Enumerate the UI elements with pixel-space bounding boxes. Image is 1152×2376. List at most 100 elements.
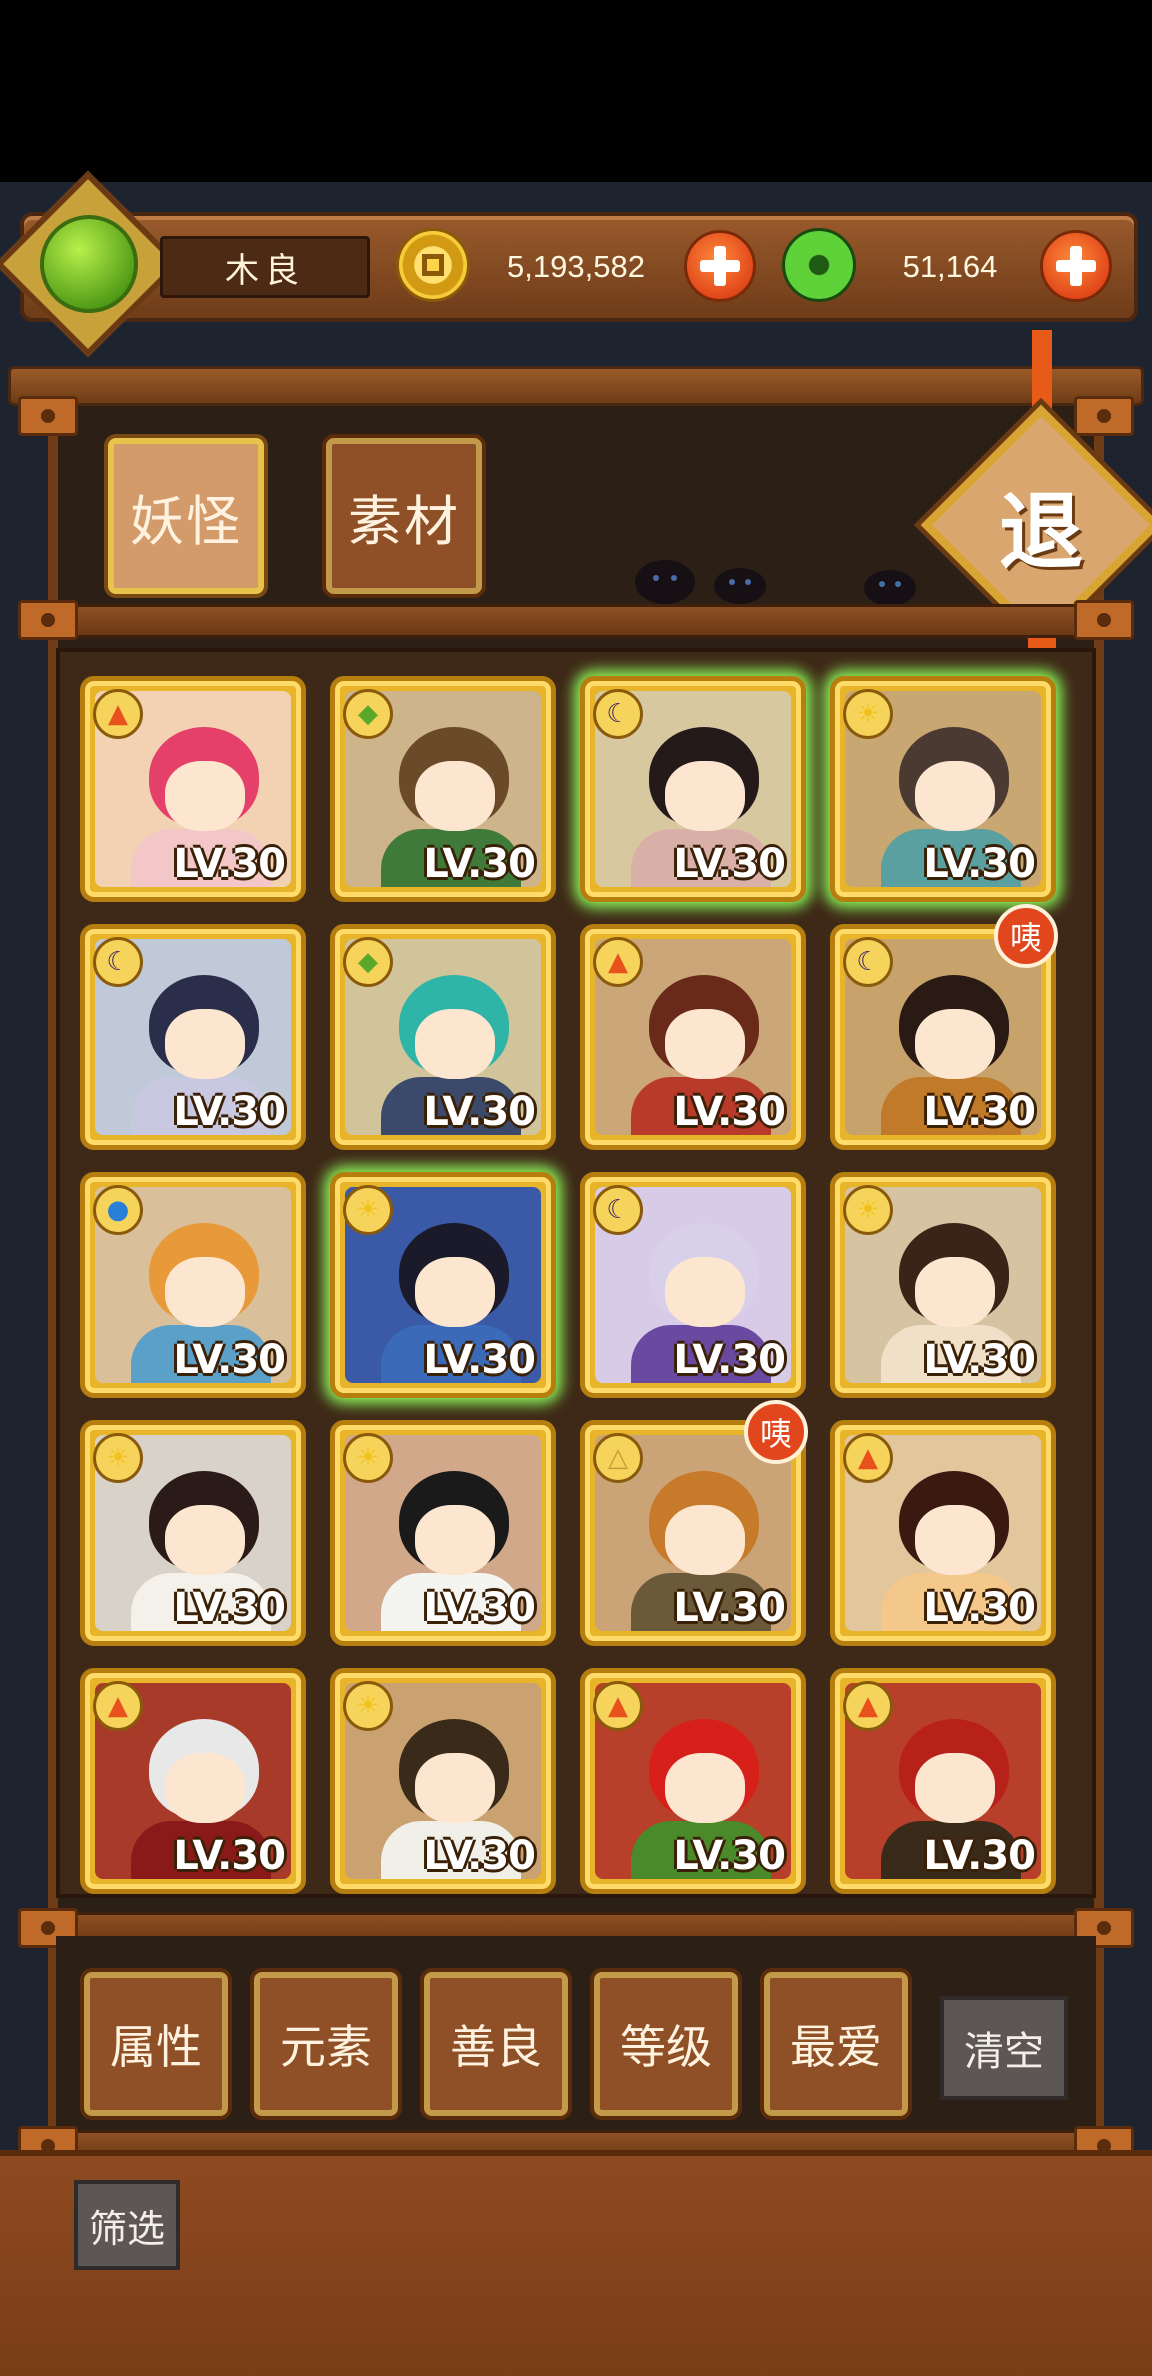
bolt-decoration (18, 600, 78, 640)
jade-icon (782, 228, 856, 302)
character-face (915, 1009, 995, 1079)
character-face (665, 761, 745, 831)
fire-icon: ▲ (843, 1433, 893, 1483)
monster-card[interactable]: ☾ LV.30 (80, 924, 306, 1150)
moon-icon: ☾ (843, 937, 893, 987)
bolt-decoration (18, 396, 78, 436)
monster-card[interactable]: ☾ LV.30 (580, 676, 806, 902)
sun-icon: ☀ (93, 1433, 143, 1483)
add-jade-button[interactable] (1040, 230, 1112, 302)
filter-level-button[interactable]: 等级 (594, 1972, 738, 2116)
sun-icon: ☀ (343, 1185, 393, 1235)
monster-level: LV.30 (673, 1585, 786, 1631)
fire-icon: ▲ (593, 1681, 643, 1731)
tab-materials[interactable]: 素材 (326, 438, 482, 594)
coin-icon (396, 228, 470, 302)
monster-level: LV.30 (923, 1833, 1036, 1879)
monster-card[interactable]: ◆ LV.30 (330, 676, 556, 902)
sun-icon: ☀ (843, 689, 893, 739)
monster-card[interactable]: ● LV.30 (80, 1172, 306, 1398)
monster-level: LV.30 (173, 1337, 286, 1383)
clear-filters-button[interactable]: 清空 (940, 1996, 1068, 2100)
character-face (665, 1257, 745, 1327)
jade-amount: 51,164 (902, 249, 998, 284)
filter-attribute-button[interactable]: 属性 (84, 1972, 228, 2116)
bolt-decoration (1074, 600, 1134, 640)
new-badge: 咦 (994, 904, 1058, 968)
character-face (915, 761, 995, 831)
filter-favorite-button[interactable]: 最爱 (764, 1972, 908, 2116)
player-avatar[interactable] (40, 215, 138, 313)
sun-icon: ☀ (343, 1681, 393, 1731)
new-badge: 咦 (744, 1400, 808, 1464)
bolt-decoration (1074, 396, 1134, 436)
earth-icon: △ (593, 1433, 643, 1483)
monster-card[interactable]: ◆ LV.30 (330, 924, 556, 1150)
monster-card[interactable]: ☀ LV.30 (830, 676, 1056, 902)
character-face (165, 1257, 245, 1327)
fire-icon: ▲ (843, 1681, 893, 1731)
monster-card[interactable]: ☀ LV.30 (330, 1172, 556, 1398)
screen-button[interactable]: 筛选 (74, 2180, 180, 2270)
monster-card[interactable]: ☀ LV.30 (330, 1420, 556, 1646)
fire-icon: ▲ (93, 689, 143, 739)
player-name: 木良 (160, 236, 370, 298)
monster-card[interactable]: ☀ LV.30 (80, 1420, 306, 1646)
monster-card[interactable]: ▲ LV.30 (80, 1668, 306, 1894)
character-face (915, 1505, 995, 1575)
monster-level: LV.30 (423, 1337, 536, 1383)
shelf-divider (20, 604, 1132, 638)
moon-icon: ☾ (593, 689, 643, 739)
character-face (415, 1257, 495, 1327)
monster-level: LV.30 (423, 841, 536, 887)
fire-icon: ▲ (93, 1681, 143, 1731)
filter-alignment-button[interactable]: 善良 (424, 1972, 568, 2116)
monster-level: LV.30 (173, 841, 286, 887)
monster-level: LV.30 (423, 1585, 536, 1631)
character-face (665, 1753, 745, 1823)
monster-card[interactable]: ▲ LV.30 (830, 1668, 1056, 1894)
character-face (915, 1257, 995, 1327)
character-face (665, 1505, 745, 1575)
filter-element-button[interactable]: 元素 (254, 1972, 398, 2116)
character-face (165, 761, 245, 831)
monster-card[interactable]: ▲ LV.30 (80, 676, 306, 902)
leaf-icon: ◆ (343, 689, 393, 739)
sun-icon: ☀ (843, 1185, 893, 1235)
add-coins-button[interactable] (684, 230, 756, 302)
monster-level: LV.30 (173, 1833, 286, 1879)
monster-card[interactable]: ▲ LV.30 (580, 1668, 806, 1894)
character-face (415, 1505, 495, 1575)
character-face (165, 1009, 245, 1079)
character-face (415, 761, 495, 831)
sun-icon: ☀ (343, 1433, 393, 1483)
monster-level: LV.30 (423, 1833, 536, 1879)
moon-icon: ☾ (593, 1185, 643, 1235)
monster-card[interactable]: ▲ LV.30 (580, 924, 806, 1150)
character-face (415, 1753, 495, 1823)
monster-level: LV.30 (673, 1089, 786, 1135)
water-icon: ● (93, 1185, 143, 1235)
monster-level: LV.30 (673, 1337, 786, 1383)
character-face (165, 1753, 245, 1823)
monster-level: LV.30 (423, 1089, 536, 1135)
coin-amount: 5,193,582 (507, 249, 645, 284)
tab-monsters[interactable]: 妖怪 (108, 438, 264, 594)
monster-level: LV.30 (673, 841, 786, 887)
monster-card[interactable]: ☀ LV.30 (830, 1172, 1056, 1398)
leaf-icon: ◆ (343, 937, 393, 987)
monster-card[interactable]: ☀ LV.30 (330, 1668, 556, 1894)
monster-level: LV.30 (173, 1585, 286, 1631)
moon-icon: ☾ (93, 937, 143, 987)
monster-level: LV.30 (173, 1089, 286, 1135)
shadow-creatures-decoration (635, 560, 916, 604)
monster-level: LV.30 (673, 1833, 786, 1879)
character-face (665, 1009, 745, 1079)
monster-level: LV.30 (923, 1089, 1036, 1135)
monster-level: LV.30 (923, 1585, 1036, 1631)
monster-level: LV.30 (923, 1337, 1036, 1383)
monster-card[interactable]: ▲ LV.30 (830, 1420, 1056, 1646)
monster-card[interactable]: ☾ LV.30 (580, 1172, 806, 1398)
character-face (165, 1505, 245, 1575)
exit-button[interactable]: 退 (956, 440, 1126, 610)
